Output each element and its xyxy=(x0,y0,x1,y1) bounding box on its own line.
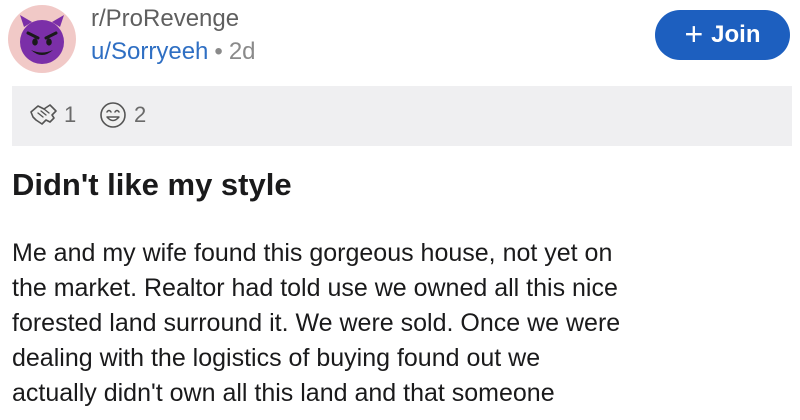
award-grin[interactable]: 2 xyxy=(98,100,146,130)
username-link[interactable]: u/Sorryeeh xyxy=(91,38,208,65)
post-body-line: the market. Realtor had told use we owne… xyxy=(12,274,618,302)
devil-face-icon xyxy=(20,15,64,64)
post-meta: u/Sorryeeh • 2d xyxy=(91,38,256,66)
join-button-label: Join xyxy=(711,21,761,48)
post-age: 2d xyxy=(228,38,256,65)
post-body-line: dealing with the logistics of buying fou… xyxy=(12,344,541,372)
post-body-line: Me and my wife found this gorgeous house… xyxy=(12,239,613,267)
grin-face-icon xyxy=(100,102,126,128)
award-count: 1 xyxy=(64,102,77,127)
post-body: Me and my wife found this gorgeous house… xyxy=(12,236,797,411)
award-handshake[interactable]: 1 xyxy=(28,100,76,130)
plus-icon: + xyxy=(684,15,704,52)
award-count: 2 xyxy=(134,102,147,127)
subreddit-name[interactable]: r/ProRevenge xyxy=(91,5,239,33)
subreddit-avatar[interactable] xyxy=(8,5,76,73)
awards-bar: 1 2 xyxy=(12,86,792,146)
post-body-line: forested land surround it. We were sold.… xyxy=(12,309,621,337)
reddit-post: r/ProRevenge u/Sorryeeh • 2d + Join 1 2 Di… xyxy=(0,0,800,420)
post-title[interactable]: Didn't like my style xyxy=(12,166,292,204)
join-button[interactable]: + Join xyxy=(655,10,790,60)
meta-separator: • xyxy=(214,38,223,65)
post-body-line: actually didn't own all this land and th… xyxy=(12,379,555,407)
handshake-icon xyxy=(30,104,57,125)
